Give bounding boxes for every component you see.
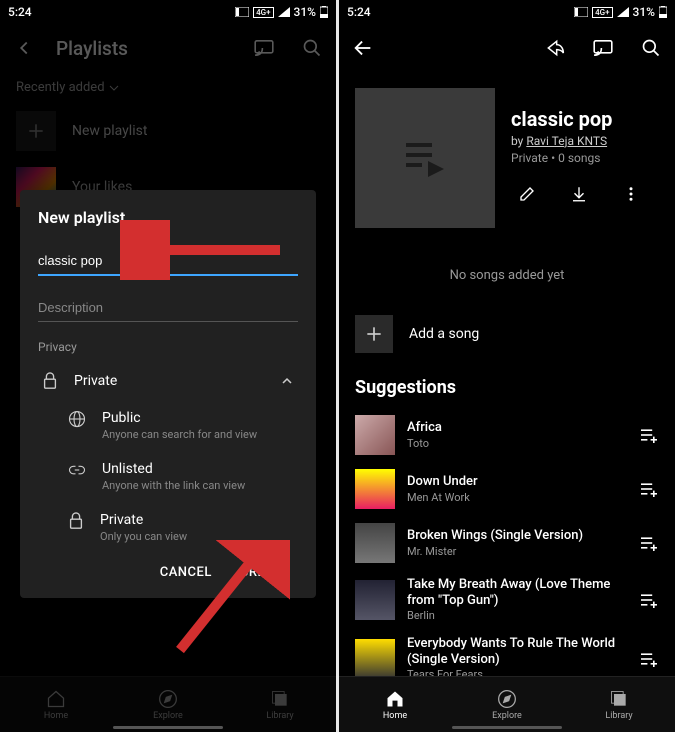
nav-explore[interactable]: Explore [112, 677, 224, 732]
cast-icon[interactable] [587, 32, 619, 64]
playlist-title: classic pop [511, 107, 659, 131]
new-playlist-row[interactable]: New playlist [0, 103, 336, 159]
song-row[interactable]: Down Under Men At Work [339, 462, 675, 516]
library-icon [609, 689, 629, 709]
song-thumb [355, 415, 395, 455]
gesture-bar [452, 726, 562, 729]
plus-icon [16, 111, 56, 151]
back-icon[interactable] [347, 32, 379, 64]
song-thumb [355, 580, 395, 620]
lock-icon [68, 512, 84, 530]
song-thumb [355, 639, 395, 679]
playlist-art [355, 88, 495, 228]
edit-icon[interactable] [511, 178, 543, 210]
song-title: Everybody Wants To Rule The World (Singl… [407, 636, 623, 667]
nav-home[interactable]: Home [0, 677, 112, 732]
network-icon: 4G+ [253, 7, 273, 18]
song-title: Take My Breath Away (Love Theme from "To… [407, 577, 623, 608]
create-button[interactable]: CREATE [240, 565, 290, 580]
playlist-name-input[interactable] [38, 247, 298, 276]
empty-state: No songs added yet [339, 244, 675, 307]
nav-explore[interactable]: Explore [451, 677, 563, 732]
privacy-selector[interactable]: Private [38, 362, 298, 400]
song-row[interactable]: Take My Breath Away (Love Theme from "To… [339, 570, 675, 629]
filter-label[interactable]: Recently added [16, 80, 105, 95]
privacy-label: Privacy [38, 340, 298, 354]
lock-icon [42, 372, 58, 390]
compass-icon [158, 689, 178, 709]
playlist-status: Private • 0 songs [511, 151, 659, 165]
chevron-up-icon [280, 374, 294, 388]
dialog-heading: New playlist [38, 208, 298, 227]
playlist-header: classic pop by Ravi Teja KNTS Private • … [339, 72, 675, 244]
share-icon[interactable] [539, 32, 571, 64]
status-bar: 5:24 4G+ 31% [0, 0, 336, 24]
more-icon[interactable] [615, 178, 647, 210]
cancel-button[interactable]: CANCEL [160, 565, 212, 580]
song-artist: Toto [407, 437, 623, 450]
status-time: 5:24 [347, 5, 371, 19]
status-icons: 4G+ 31% [235, 5, 328, 19]
status-time: 5:24 [8, 5, 32, 19]
home-icon [385, 689, 405, 709]
playlist-author-line: by Ravi Teja KNTS [511, 134, 659, 148]
right-screen: 5:24 4G+ 31% [339, 0, 675, 732]
status-icons: 4G+ 31% [574, 5, 667, 19]
library-icon [270, 689, 290, 709]
suggestions-heading: Suggestions [339, 371, 675, 408]
plus-icon [355, 315, 393, 353]
battery-pct: 31% [633, 5, 655, 19]
status-bar: 5:24 4G+ 31% [339, 0, 675, 24]
add-to-queue-icon[interactable] [635, 586, 663, 614]
add-to-queue-icon[interactable] [635, 421, 663, 449]
privacy-option-public[interactable]: Public Anyone can search for and view [38, 400, 298, 451]
song-artist: Men At Work [407, 491, 623, 504]
globe-icon [68, 410, 86, 428]
song-list: Africa Toto Down Under Men At Work Broke… [339, 408, 675, 688]
song-row[interactable]: Africa Toto [339, 408, 675, 462]
song-row[interactable]: Broken Wings (Single Version) Mr. Mister [339, 516, 675, 570]
song-thumb [355, 523, 395, 563]
search-icon[interactable] [635, 32, 667, 64]
nav-home[interactable]: Home [339, 677, 451, 732]
new-playlist-dialog: New playlist Privacy Private Public Anyo… [20, 190, 316, 598]
bottom-nav: Home Explore Library [0, 676, 336, 732]
privacy-option-private[interactable]: Private Only you can view [38, 502, 298, 553]
song-artist: Berlin [407, 609, 623, 622]
app-bar [339, 24, 675, 72]
song-artist: Mr. Mister [407, 545, 623, 558]
song-title: Broken Wings (Single Version) [407, 528, 623, 544]
nav-library[interactable]: Library [224, 677, 336, 732]
compass-icon [497, 689, 517, 709]
playlist-desc-input[interactable] [38, 294, 298, 322]
bottom-nav: Home Explore Library [339, 676, 675, 732]
left-screen: 5:24 4G+ 31% Playlists Recently added [0, 0, 336, 732]
add-to-queue-icon[interactable] [635, 475, 663, 503]
link-icon [68, 461, 86, 479]
privacy-option-unlisted[interactable]: Unlisted Anyone with the link can view [38, 451, 298, 502]
add-to-queue-icon[interactable] [635, 645, 663, 673]
network-icon: 4G+ [592, 7, 612, 18]
add-song-row[interactable]: Add a song [339, 307, 675, 361]
gesture-bar [113, 726, 223, 729]
add-to-queue-icon[interactable] [635, 529, 663, 557]
battery-icon [320, 6, 328, 18]
home-icon [46, 689, 66, 709]
song-thumb [355, 469, 395, 509]
song-title: Africa [407, 420, 623, 436]
battery-icon [659, 6, 667, 18]
download-icon[interactable] [563, 178, 595, 210]
nav-library[interactable]: Library [563, 677, 675, 732]
song-title: Down Under [407, 474, 623, 490]
battery-pct: 31% [294, 5, 316, 19]
